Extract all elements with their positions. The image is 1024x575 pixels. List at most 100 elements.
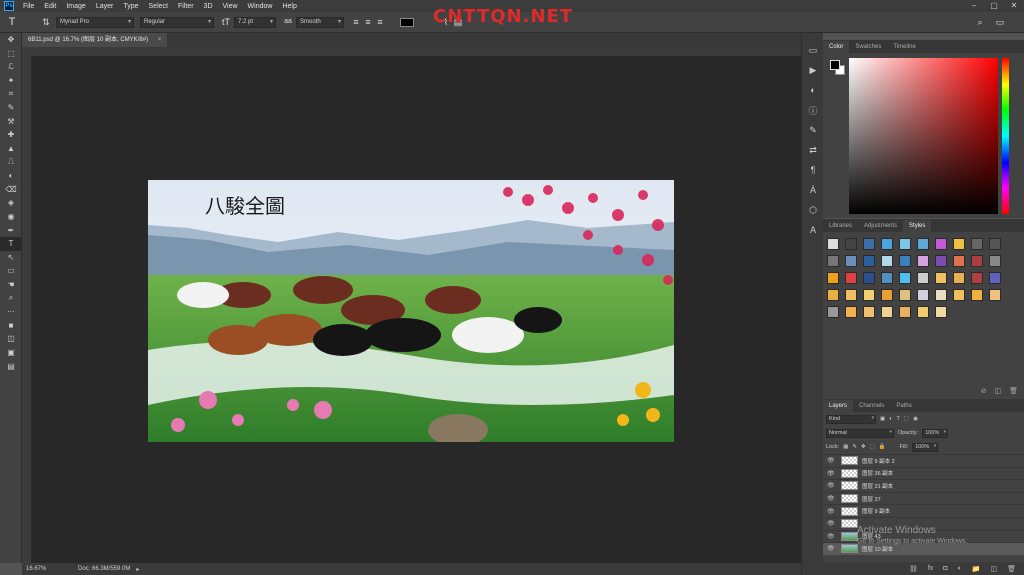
layer-style-icon[interactable]: fx (928, 565, 933, 572)
menu-image[interactable]: Image (61, 3, 90, 10)
pen-tool-icon[interactable]: ✒ (0, 223, 22, 237)
style-swatch[interactable] (917, 272, 929, 284)
opacity-input[interactable]: 100% (922, 428, 949, 438)
tab-styles[interactable]: Styles (903, 220, 932, 232)
tab-paths[interactable]: Paths (890, 400, 917, 412)
minimize-button[interactable]: – (964, 0, 984, 12)
style-swatch[interactable] (899, 272, 911, 284)
search-icon[interactable]: ⌕ (974, 16, 986, 28)
filter-smart-object-icon[interactable]: ◉ (913, 416, 918, 422)
visibility-eye-icon[interactable]: 👁 (827, 533, 835, 540)
style-swatch[interactable] (899, 306, 911, 318)
style-swatch[interactable] (953, 272, 965, 284)
eyedropper-tool-icon[interactable]: ✎ (0, 101, 22, 115)
lock-all-icon[interactable]: 🔒 (879, 444, 886, 450)
style-swatch[interactable] (917, 306, 929, 318)
link-layers-icon[interactable]: ⛓ (909, 565, 918, 573)
style-swatch[interactable] (953, 289, 965, 301)
new-group-icon[interactable]: 📁 (972, 565, 981, 573)
style-swatch[interactable] (917, 255, 929, 267)
align-left-icon[interactable]: ≡ (350, 16, 362, 28)
style-swatch[interactable] (989, 238, 1001, 250)
vertical-ruler[interactable] (22, 57, 32, 563)
font-size-select[interactable]: 7.2 pt (234, 16, 276, 28)
adjustment-layer-icon[interactable]: ◐ (958, 565, 962, 572)
menu-3d[interactable]: 3D (199, 3, 218, 10)
visibility-eye-icon[interactable]: 👁 (827, 482, 835, 489)
quick-select-tool-icon[interactable]: ✦ (0, 74, 22, 88)
extra-tool-icon[interactable]: ⋯ (0, 305, 22, 319)
menu-select[interactable]: Select (144, 3, 173, 10)
visibility-eye-icon[interactable]: 👁 (827, 495, 835, 502)
screen-mode-tool-icon[interactable]: ▣ (0, 346, 22, 360)
text-orientation-icon[interactable]: ⇅ (40, 16, 52, 28)
style-swatch[interactable] (935, 306, 947, 318)
align-right-icon[interactable]: ≡ (374, 16, 386, 28)
style-swatch[interactable] (917, 238, 929, 250)
tab-layers[interactable]: Layers (823, 400, 854, 412)
style-swatch[interactable] (971, 255, 983, 267)
menu-window[interactable]: Window (243, 3, 278, 10)
antialias-select[interactable]: Smooth (296, 16, 344, 28)
style-swatch[interactable] (989, 272, 1001, 284)
tab-adjustments[interactable]: Adjustments (858, 220, 903, 232)
new-style-icon[interactable]: ◫ (994, 387, 1001, 395)
path-select-tool-icon[interactable]: ↖ (0, 251, 22, 265)
text-color-swatch[interactable] (400, 17, 414, 27)
blend-mode-select[interactable]: Normal (826, 428, 894, 438)
style-swatch[interactable] (863, 306, 875, 318)
style-swatch[interactable] (935, 255, 947, 267)
layer-row[interactable]: 👁 图层 31 副本 (823, 479, 1024, 492)
style-swatch[interactable] (989, 255, 1001, 267)
status-menu-arrow-icon[interactable]: ▸ (136, 566, 139, 573)
font-family-select[interactable]: Myriad Pro (56, 16, 134, 28)
style-swatch[interactable] (827, 306, 839, 318)
crop-tool-icon[interactable]: ⌗ (0, 87, 22, 101)
move-tool-icon[interactable]: ✥ (0, 33, 22, 47)
close-button[interactable]: ✕ (1004, 0, 1024, 12)
type-tool-preset-icon[interactable]: T (6, 16, 18, 28)
menu-layer[interactable]: Layer (91, 3, 119, 10)
fill-input[interactable]: 100% (912, 442, 939, 452)
foreground-color-swatch[interactable] (830, 60, 840, 70)
lock-pixels-icon[interactable]: ✎ (852, 444, 857, 450)
style-swatch[interactable] (881, 272, 893, 284)
style-swatch[interactable] (953, 238, 965, 250)
visibility-eye-icon[interactable]: 👁 (827, 457, 835, 464)
history-panel-icon[interactable]: ▭ (802, 41, 824, 59)
tab-libraries[interactable]: Libraries (823, 220, 858, 232)
style-swatch[interactable] (953, 255, 965, 267)
filter-pixel-icon[interactable]: ▣ (880, 416, 885, 422)
style-swatch[interactable] (845, 272, 857, 284)
lock-artboard-icon[interactable]: ⬚ (870, 444, 875, 450)
clone-panel-icon[interactable]: ⇄ (802, 141, 824, 159)
style-swatch[interactable] (845, 289, 857, 301)
visibility-eye-icon[interactable]: 👁 (827, 520, 835, 527)
close-tab-icon[interactable]: × (158, 37, 162, 43)
style-swatch[interactable] (845, 255, 857, 267)
style-swatch[interactable] (881, 255, 893, 267)
quick-mask-tool-icon[interactable]: ◫ (0, 332, 22, 346)
zoom-level[interactable]: 16.67% (26, 566, 72, 572)
style-swatch[interactable] (899, 238, 911, 250)
visibility-eye-icon[interactable]: 👁 (827, 508, 835, 515)
tab-swatches[interactable]: Swatches (849, 41, 887, 53)
adjust-panel-icon[interactable]: ◐ (802, 81, 824, 99)
layer-row[interactable]: 👁 图层 9 副本 2 (823, 454, 1024, 467)
style-swatch[interactable] (881, 289, 893, 301)
hue-slider[interactable] (1002, 58, 1009, 214)
style-swatch[interactable] (827, 255, 839, 267)
healing-tool-icon[interactable]: ⚒ (0, 115, 22, 129)
style-swatch[interactable] (899, 255, 911, 267)
style-swatch[interactable] (881, 238, 893, 250)
visibility-eye-icon[interactable]: 👁 (827, 545, 835, 552)
document-tab[interactable]: 6B11.psd @ 16.7% (图层 10 副本, CMYK/8#) × (22, 33, 168, 47)
menu-type[interactable]: Type (118, 3, 143, 10)
blur-tool-icon[interactable]: ◈ (0, 196, 22, 210)
workspace-icon[interactable]: ▭ (994, 16, 1006, 28)
style-swatch[interactable] (971, 289, 983, 301)
menu-view[interactable]: View (218, 3, 243, 10)
filter-type-icon[interactable]: T (897, 416, 900, 422)
character-panel-icon[interactable]: Ȧ (802, 181, 824, 199)
lock-position-icon[interactable]: ✥ (861, 444, 866, 450)
